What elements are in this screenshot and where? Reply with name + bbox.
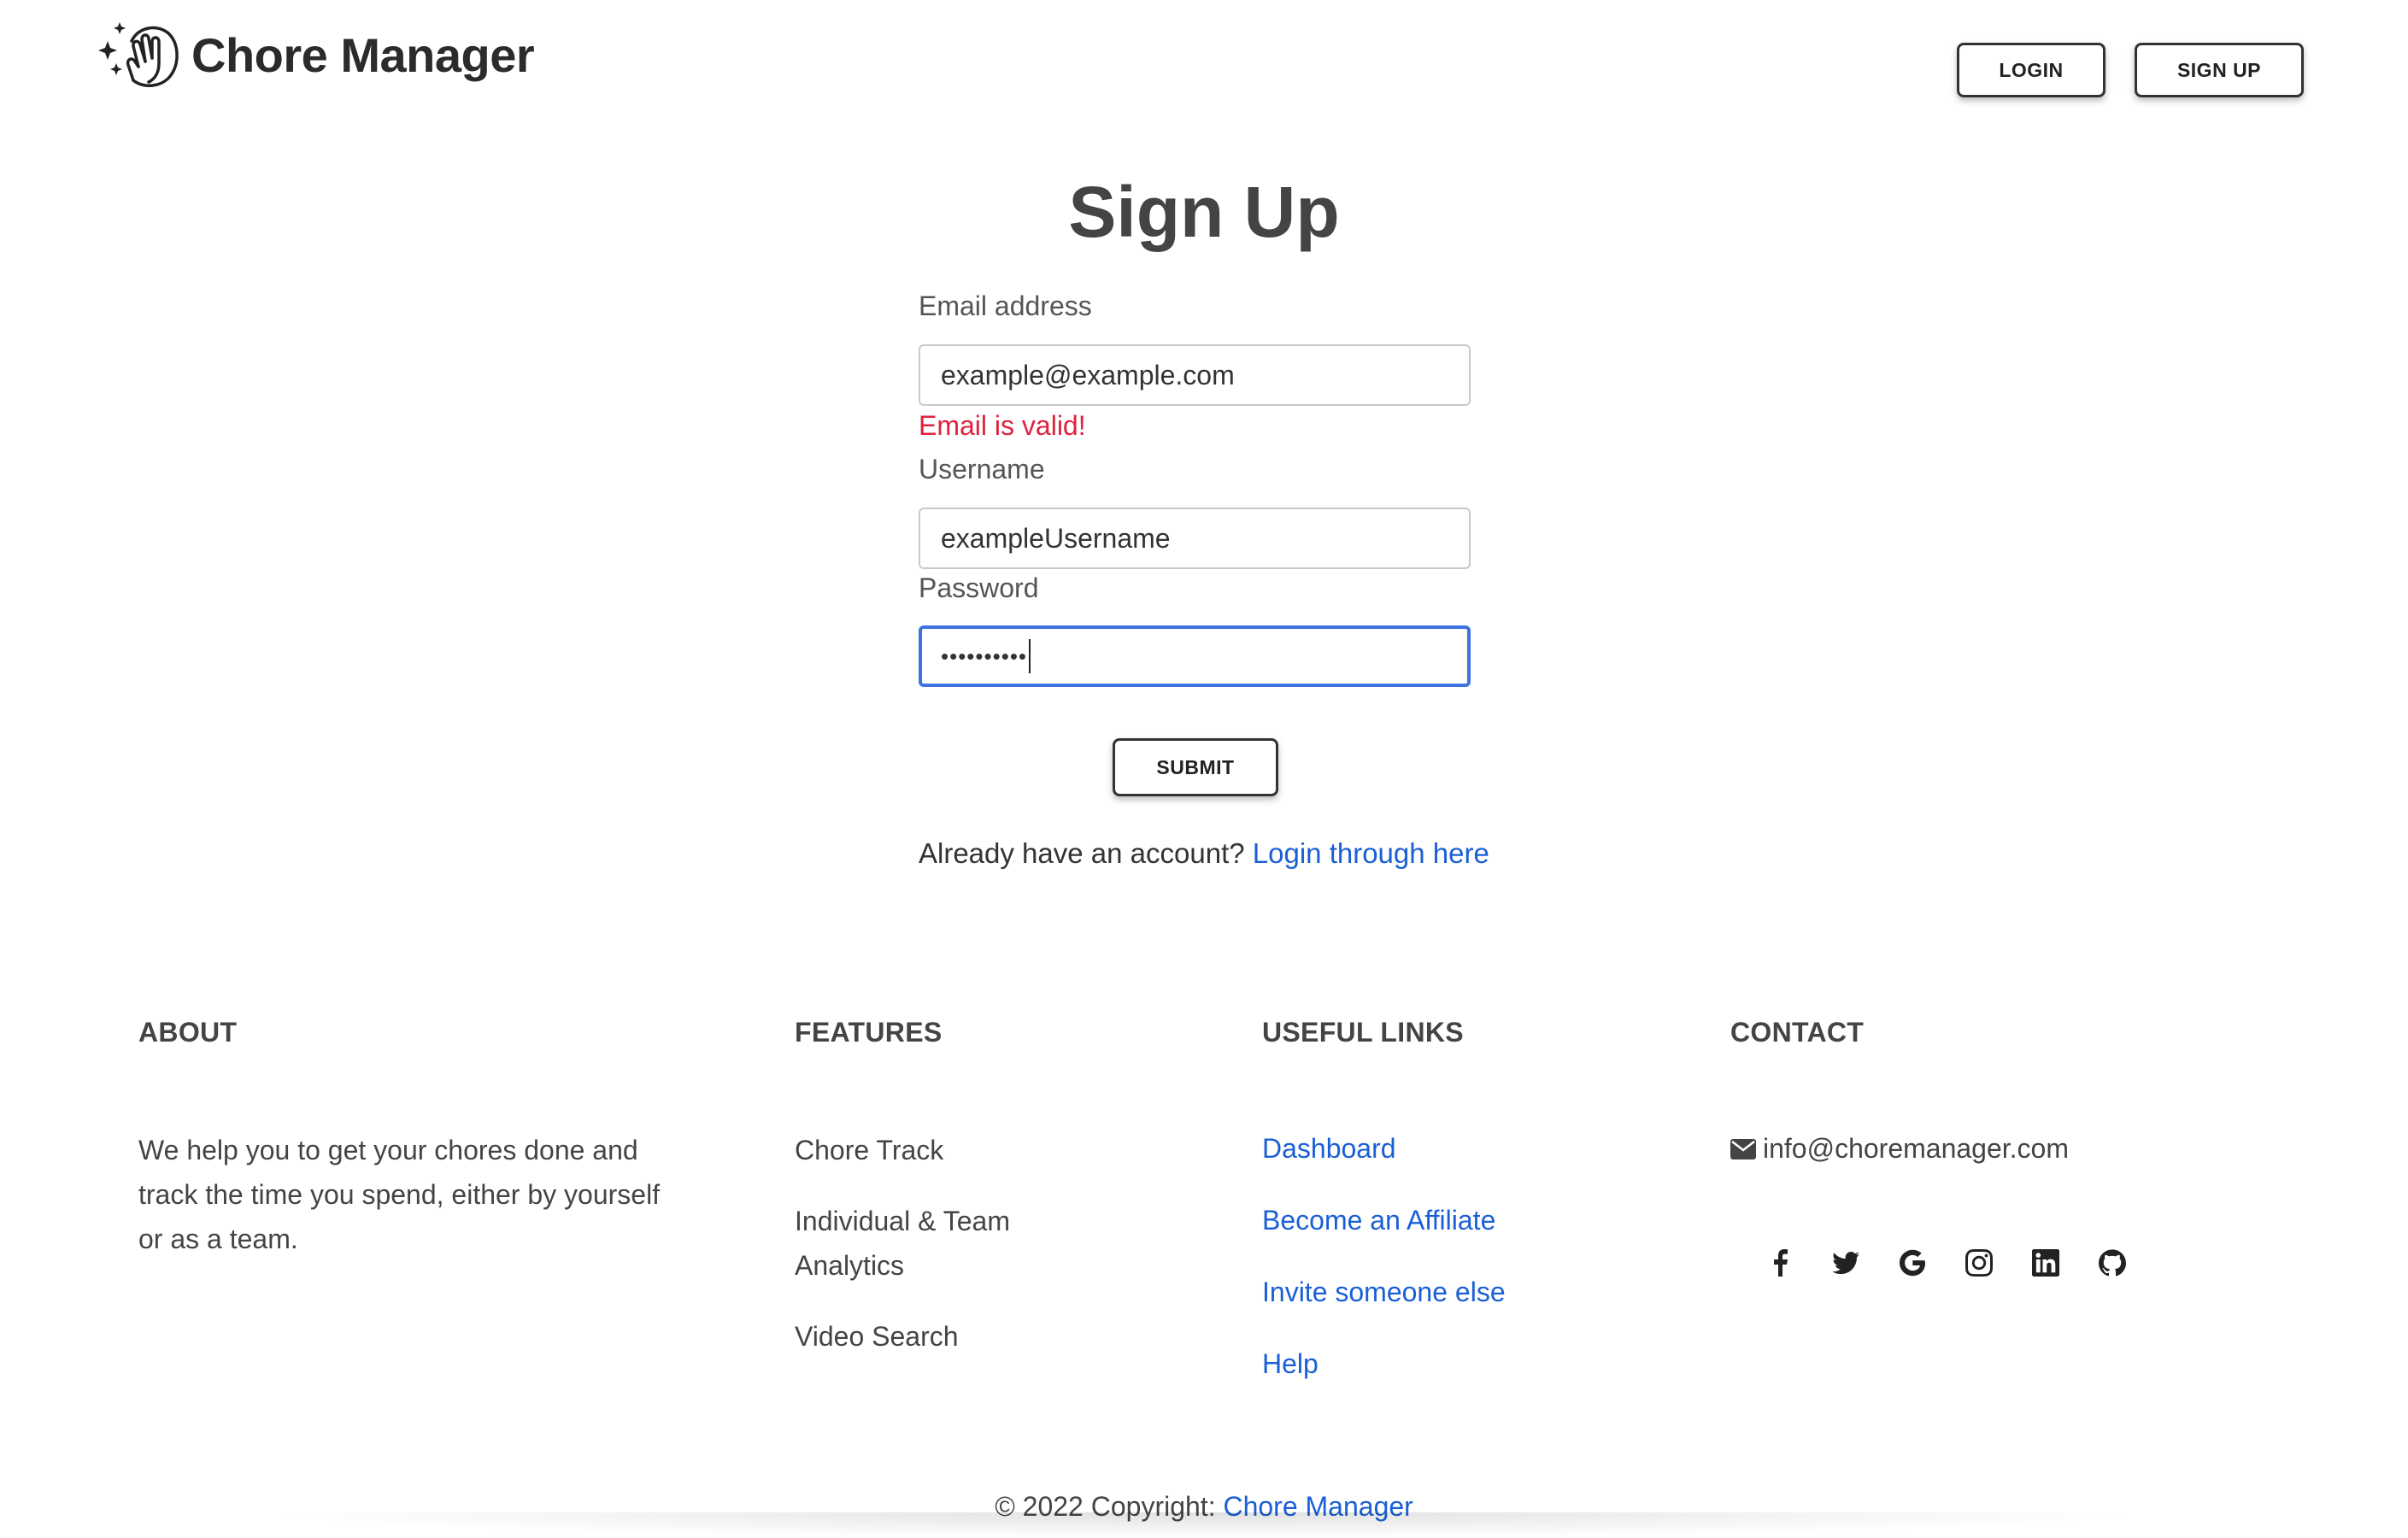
text-caret: [1029, 639, 1031, 673]
dashboard-link[interactable]: Dashboard: [1262, 1133, 1396, 1165]
password-field[interactable]: ••••••••••: [919, 625, 1471, 687]
footer-shadow: [256, 1512, 2152, 1538]
sign-up-button[interactable]: SIGN UP: [2135, 43, 2304, 97]
already-have-account-text: Already have an account? Login through h…: [919, 837, 1489, 870]
already-text: Already have an account?: [919, 837, 1245, 869]
cleaning-hand-logo-icon: [98, 22, 179, 87]
username-field[interactable]: exampleUsername: [919, 508, 1471, 569]
username-value: exampleUsername: [941, 522, 1171, 554]
feature-item: Individual & Team Analytics: [795, 1206, 1010, 1281]
github-icon[interactable]: [2095, 1246, 2129, 1280]
brand[interactable]: Chore Manager: [96, 15, 535, 94]
footer-features-heading: FEATURES: [795, 1017, 943, 1048]
linkedin-icon[interactable]: [2029, 1246, 2063, 1280]
password-masked-value: ••••••••••: [941, 643, 1028, 669]
facebook-icon[interactable]: [1764, 1246, 1798, 1280]
contact-email[interactable]: info@choremanager.com: [1730, 1133, 2069, 1165]
invite-someone-link[interactable]: Invite someone else: [1262, 1277, 1506, 1308]
help-link[interactable]: Help: [1262, 1348, 1319, 1380]
password-label: Password: [919, 572, 1039, 603]
brand-name: Chore Manager: [191, 27, 535, 82]
username-label: Username: [919, 454, 1045, 484]
email-field[interactable]: example@example.com: [919, 344, 1471, 406]
become-affiliate-link[interactable]: Become an Affiliate: [1262, 1205, 1495, 1236]
instagram-icon[interactable]: [1962, 1246, 1996, 1280]
contact-email-text: info@choremanager.com: [1763, 1133, 2069, 1164]
feature-item: Video Search: [795, 1321, 959, 1352]
login-button[interactable]: LOGIN: [1957, 43, 2106, 97]
footer-about-heading: ABOUT: [138, 1017, 238, 1048]
envelope-icon: [1730, 1138, 1756, 1159]
footer-contact-heading: CONTACT: [1730, 1017, 1865, 1048]
google-icon[interactable]: [1895, 1246, 1929, 1280]
email-label: Email address: [919, 291, 1092, 321]
footer-about-text: We help you to get your chores done and …: [138, 1135, 661, 1254]
page-title: Sign Up: [1068, 172, 1340, 252]
footer-useful-links-heading: USEFUL LINKS: [1262, 1017, 1464, 1048]
email-value: example@example.com: [941, 359, 1235, 390]
twitter-icon[interactable]: [1829, 1246, 1863, 1280]
login-through-here-link[interactable]: Login through here: [1253, 837, 1489, 869]
submit-button[interactable]: SUBMIT: [1113, 738, 1278, 796]
feature-item: Chore Track: [795, 1135, 944, 1165]
email-validation-message: Email is valid!: [919, 410, 1086, 441]
